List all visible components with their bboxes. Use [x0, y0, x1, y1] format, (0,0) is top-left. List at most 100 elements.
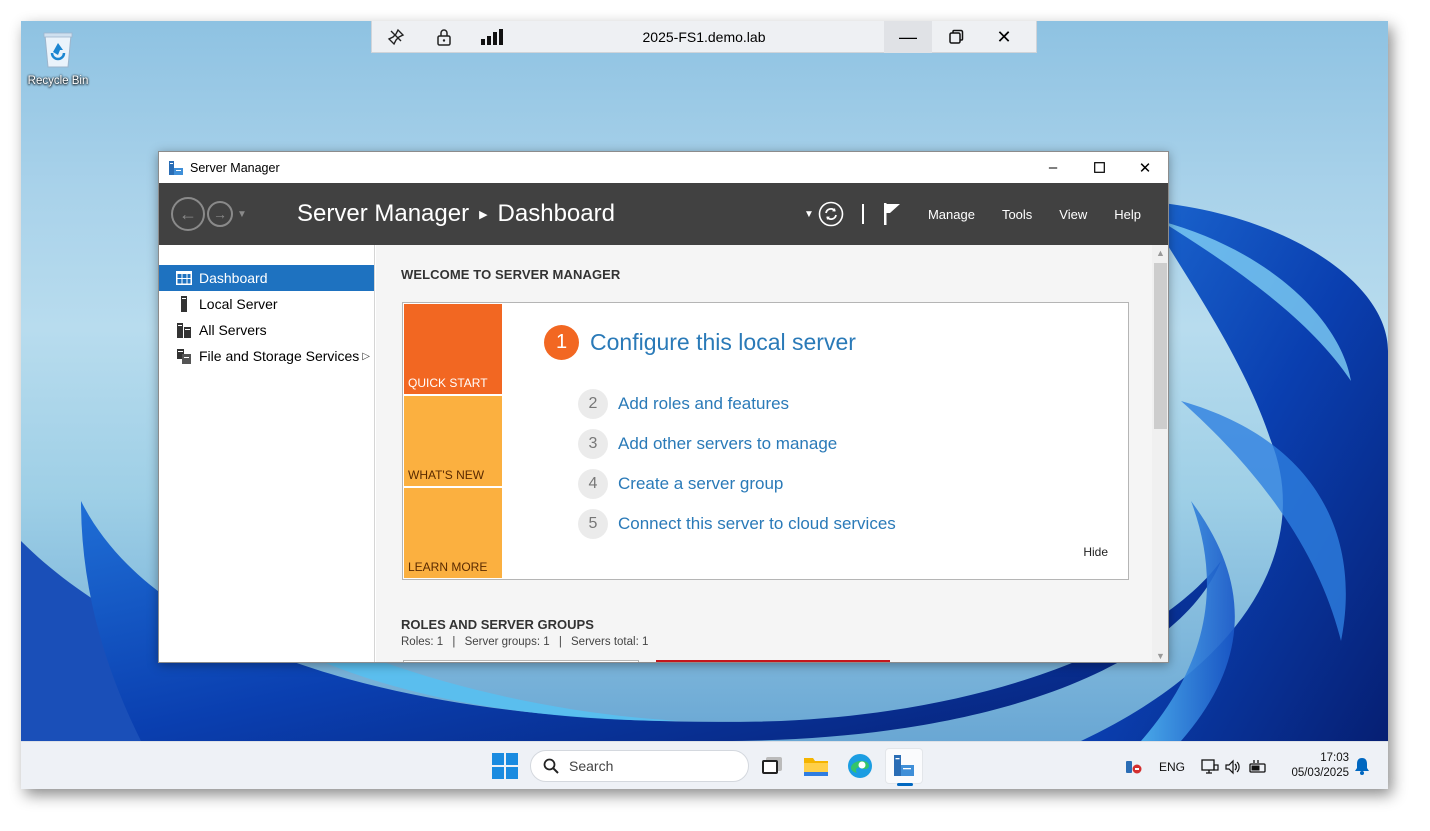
nav-item-file-and-storage-services[interactable]: File and Storage Services ▷: [159, 343, 374, 369]
step-connect-cloud-services[interactable]: 5 Connect this server to cloud services: [578, 509, 896, 539]
step-add-roles-and-features[interactable]: 2 Add roles and features: [578, 389, 789, 419]
pin-button[interactable]: [372, 21, 420, 53]
nav-item-all-servers[interactable]: All Servers: [159, 317, 374, 343]
minimize-button[interactable]: –: [1030, 152, 1076, 183]
roles-count: Roles: 1: [401, 636, 444, 648]
recycle-bin-icon: [43, 32, 73, 68]
server-manager-window: Server Manager – ✕ ← → ▼ Server Manager …: [158, 151, 1169, 663]
nav-item-dashboard[interactable]: Dashboard: [159, 265, 374, 291]
storage-icon: [177, 349, 191, 364]
rdp-restore-button[interactable]: [932, 21, 980, 53]
summary-separator: |: [558, 636, 562, 648]
rdp-close-button[interactable]: ✕: [980, 21, 1028, 53]
hide-welcome-link[interactable]: Hide: [1083, 545, 1108, 559]
dashboard-content: WELCOME TO SERVER MANAGER QUICK START WH…: [376, 245, 1152, 662]
forward-button[interactable]: →: [207, 201, 233, 227]
input-language-indicator[interactable]: ENG: [1159, 760, 1185, 774]
maximize-button[interactable]: [1076, 152, 1122, 183]
servers-icon: [177, 323, 191, 338]
nav-item-local-server[interactable]: Local Server: [159, 291, 374, 317]
network-icon[interactable]: [1201, 758, 1219, 776]
active-app-indicator: [897, 783, 913, 786]
refresh-button[interactable]: [818, 201, 844, 227]
step-configure-local-server[interactable]: 1 Configure this local server: [544, 325, 856, 360]
task-view-button[interactable]: [753, 748, 791, 784]
pin-icon: [387, 28, 405, 45]
edge-icon: [848, 754, 872, 778]
refresh-icon: [818, 201, 844, 227]
signal-bars-icon: [481, 28, 503, 45]
role-card[interactable]: [403, 660, 639, 662]
nav-item-label: All Servers: [199, 322, 267, 338]
taskbar-search[interactable]: Search: [530, 750, 749, 782]
window-titlebar[interactable]: Server Manager – ✕: [159, 152, 1168, 183]
step-add-other-servers[interactable]: 3 Add other servers to manage: [578, 429, 837, 459]
search-placeholder: Search: [569, 758, 614, 774]
lock-button[interactable]: [420, 21, 468, 53]
task-view-icon: [762, 757, 782, 774]
clock-date: 05/03/2025: [1291, 767, 1349, 779]
submenu-arrow-icon[interactable]: ▷: [362, 351, 370, 362]
server-icon: [181, 296, 187, 312]
menu-view[interactable]: View: [1059, 207, 1087, 222]
recycle-bin-shortcut[interactable]: Recycle Bin: [23, 29, 93, 87]
step-link[interactable]: Create a server group: [618, 474, 783, 494]
tile-label: QUICK START: [408, 376, 488, 390]
notification-bell-icon[interactable]: [1354, 757, 1370, 775]
back-button[interactable]: ←: [171, 197, 205, 231]
server-manager-app-icon: [894, 755, 914, 776]
server-manager-taskbar-button[interactable]: [885, 748, 923, 786]
refresh-dropdown-icon[interactable]: ▼: [804, 209, 814, 220]
scroll-up-icon[interactable]: ▲: [1152, 245, 1168, 261]
roles-heading: ROLES AND SERVER GROUPS: [401, 617, 594, 632]
close-icon: ✕: [996, 26, 1012, 47]
menu-tools[interactable]: Tools: [1002, 207, 1032, 222]
header-divider: [861, 204, 864, 224]
summary-separator: |: [452, 636, 456, 648]
menu-manage[interactable]: Manage: [928, 207, 975, 222]
step-link[interactable]: Add roles and features: [618, 394, 789, 414]
windows-start-icon[interactable]: [491, 752, 519, 780]
tile-learn-more[interactable]: LEARN MORE: [404, 488, 502, 578]
flag-icon: [883, 203, 900, 225]
taskbar: Search ENG 17:03 05/03/2025: [21, 741, 1388, 789]
connection-quality-button[interactable]: [468, 21, 516, 53]
volume-icon[interactable]: [1224, 758, 1242, 776]
step-number-badge: 1: [544, 325, 579, 360]
battery-plugged-icon[interactable]: [1248, 758, 1268, 776]
breadcrumb-current: Dashboard: [497, 200, 615, 227]
role-card-alert[interactable]: [656, 660, 890, 662]
breadcrumb: Server Manager ▶ Dashboard: [297, 200, 615, 228]
breadcrumb-root[interactable]: Server Manager: [297, 200, 469, 228]
scroll-down-icon[interactable]: ▼: [1152, 648, 1168, 662]
header-toolbar: ▼ Manage Tools View Help: [804, 183, 1168, 245]
minimize-icon: –: [1048, 159, 1058, 176]
clock[interactable]: 17:03 05/03/2025: [1279, 751, 1349, 781]
close-button[interactable]: ✕: [1122, 152, 1168, 183]
file-explorer-icon: [804, 758, 828, 776]
minimize-icon: —: [899, 26, 917, 47]
navigation-buttons: ← → ▼: [171, 197, 291, 231]
tile-quick-start[interactable]: QUICK START: [404, 304, 502, 394]
step-number-badge: 5: [578, 509, 608, 539]
welcome-panel: QUICK START WHAT'S NEW LEARN MORE 1 Conf…: [402, 302, 1129, 580]
rdp-minimize-button[interactable]: —: [884, 21, 932, 53]
step-link[interactable]: Connect this server to cloud services: [618, 514, 896, 534]
scrollbar-thumb[interactable]: [1154, 263, 1167, 429]
tile-whats-new[interactable]: WHAT'S NEW: [404, 396, 502, 486]
edge-browser-button[interactable]: [841, 748, 879, 784]
file-explorer-button[interactable]: [797, 748, 835, 784]
security-tray-icon[interactable]: [1125, 759, 1143, 775]
step-number-badge: 2: [578, 389, 608, 419]
search-icon: [543, 758, 559, 774]
step-create-server-group[interactable]: 4 Create a server group: [578, 469, 783, 499]
vertical-scrollbar[interactable]: ▲ ▼: [1152, 245, 1168, 662]
menu-help[interactable]: Help: [1114, 207, 1141, 222]
notifications-flag-button[interactable]: [882, 202, 902, 226]
step-link[interactable]: Configure this local server: [590, 329, 856, 356]
dashboard-grid-icon: [176, 271, 192, 285]
step-link[interactable]: Add other servers to manage: [618, 434, 837, 454]
maximize-icon: [1093, 162, 1105, 173]
step-number-badge: 4: [578, 469, 608, 499]
history-dropdown-icon[interactable]: ▼: [237, 209, 247, 220]
